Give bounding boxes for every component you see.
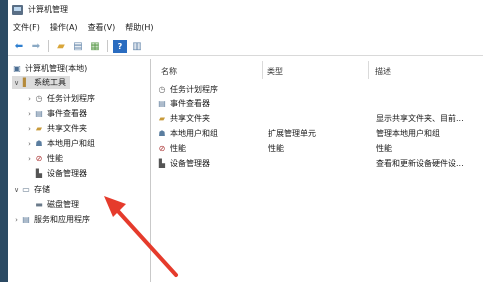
- annotation-arrow: [104, 196, 178, 277]
- arrow-shaft: [115, 208, 178, 277]
